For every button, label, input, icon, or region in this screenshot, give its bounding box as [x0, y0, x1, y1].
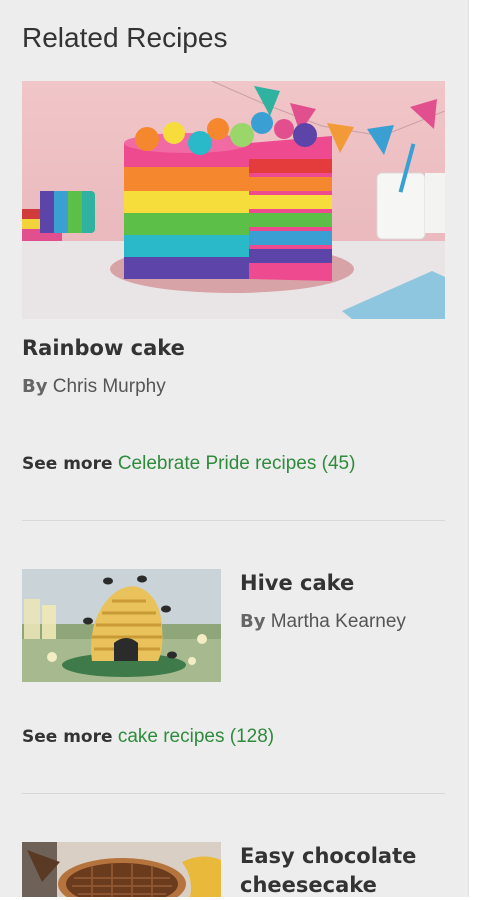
recipe-title-hive-cake[interactable]: Hive cake	[240, 569, 354, 598]
see-more: See more cake recipes (128)	[22, 726, 274, 748]
see-more-label: See more	[22, 454, 113, 474]
see-more-label: See more	[22, 727, 113, 747]
recipe-title-rainbow-cake[interactable]: Rainbow cake	[22, 334, 185, 363]
recipe-byline: By Chris Murphy	[22, 376, 166, 398]
see-more-link[interactable]: cake recipes (128)	[118, 726, 274, 747]
section-heading: Related Recipes	[22, 22, 228, 53]
by-label: By	[22, 376, 48, 397]
author-name: Martha Kearney	[270, 611, 406, 632]
author-name: Chris Murphy	[52, 376, 166, 397]
rainbow-cake-image[interactable]	[22, 81, 445, 319]
recipe-title-easy-chocolate-cheesecake[interactable]: Easy chocolate cheesecake	[240, 842, 440, 900]
chocolate-cheesecake-image[interactable]	[22, 842, 221, 897]
recipe-byline: By Martha Kearney	[240, 611, 406, 633]
divider	[22, 520, 445, 521]
divider	[22, 793, 445, 794]
see-more-link[interactable]: Celebrate Pride recipes (45)	[118, 453, 356, 474]
see-more: See more Celebrate Pride recipes (45)	[22, 453, 355, 475]
scrollbar[interactable]	[468, 0, 478, 897]
related-recipes-panel: Related Recipes Rainbow cake By Chris Mu…	[0, 0, 468, 897]
by-label: By	[240, 611, 266, 632]
hive-cake-image[interactable]	[22, 569, 221, 682]
